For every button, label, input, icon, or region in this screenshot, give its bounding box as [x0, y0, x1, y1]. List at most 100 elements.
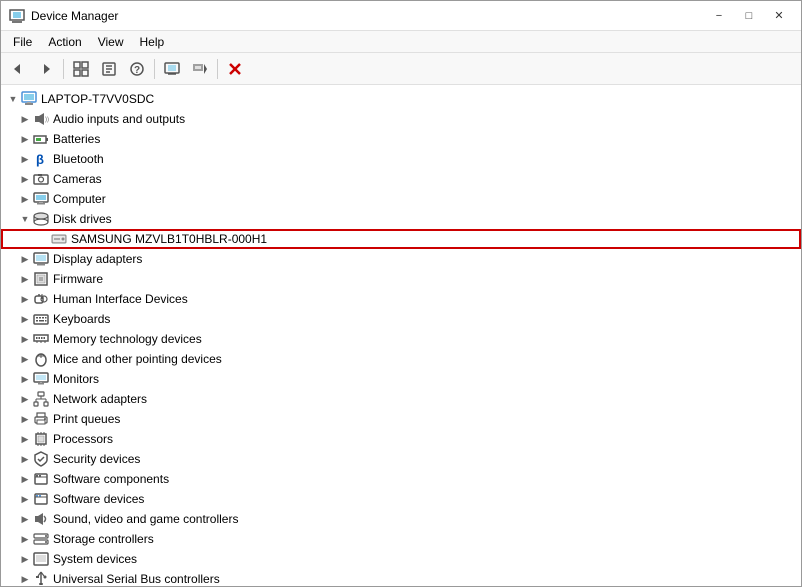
- tree-samsung-drive[interactable]: ▶ SAMSUNG MZVLB1T0HBLR-000H1: [1, 229, 801, 249]
- system-label: System devices: [53, 552, 137, 566]
- security-label: Security devices: [53, 452, 140, 466]
- tree-processors[interactable]: ▶ Processors: [1, 429, 801, 449]
- toolbar-forward[interactable]: [33, 57, 59, 81]
- tree-system[interactable]: ▶ System devices: [1, 549, 801, 569]
- toolbar-help[interactable]: ?: [124, 57, 150, 81]
- expand-processors[interactable]: ▶: [17, 431, 33, 447]
- memory-label: Memory technology devices: [53, 332, 202, 346]
- expand-keyboards[interactable]: ▶: [17, 311, 33, 327]
- menu-action[interactable]: Action: [40, 33, 89, 51]
- expand-monitors[interactable]: ▶: [17, 371, 33, 387]
- menu-help[interactable]: Help: [132, 33, 173, 51]
- toolbar-scan[interactable]: [159, 57, 185, 81]
- toolbar-update[interactable]: [187, 57, 213, 81]
- computer-label: Computer: [53, 192, 106, 206]
- storage-icon: [33, 531, 49, 547]
- root-label: LAPTOP-T7VV0SDC: [41, 92, 154, 106]
- tree-disk-drives[interactable]: ▼ Disk drives: [1, 209, 801, 229]
- expand-batteries[interactable]: ▶: [17, 131, 33, 147]
- toolbar-back[interactable]: [5, 57, 31, 81]
- menu-bar: File Action View Help: [1, 31, 801, 53]
- network-icon: [33, 391, 49, 407]
- expand-disk[interactable]: ▼: [17, 211, 33, 227]
- battery-icon: [33, 131, 49, 147]
- tree-memory[interactable]: ▶ Memory technology de: [1, 329, 801, 349]
- close-button[interactable]: ✕: [765, 6, 793, 26]
- usb-label: Universal Serial Bus controllers: [53, 572, 220, 586]
- tree-network[interactable]: ▶ Network adapters: [1, 389, 801, 409]
- system-icon: [33, 551, 49, 567]
- expand-mice[interactable]: ▶: [17, 351, 33, 367]
- svg-text:β: β: [36, 152, 44, 167]
- minimize-button[interactable]: −: [705, 6, 733, 26]
- separator-3: [217, 59, 218, 79]
- expand-system[interactable]: ▶: [17, 551, 33, 567]
- expand-network[interactable]: ▶: [17, 391, 33, 407]
- menu-file[interactable]: File: [5, 33, 40, 51]
- hid-icon: [33, 291, 49, 307]
- tree-sound[interactable]: ▶ Sound, video and game controllers: [1, 509, 801, 529]
- sound-label: Sound, video and game controllers: [53, 512, 238, 526]
- tree-storage[interactable]: ▶ Storage controllers: [1, 529, 801, 549]
- tree-cameras[interactable]: ▶ Cameras: [1, 169, 801, 189]
- printer-icon: [33, 411, 49, 427]
- expand-storage[interactable]: ▶: [17, 531, 33, 547]
- expand-print[interactable]: ▶: [17, 411, 33, 427]
- batteries-label: Batteries: [53, 132, 100, 146]
- tree-display[interactable]: ▶ Display adapters: [1, 249, 801, 269]
- tree-mice[interactable]: ▶ Mice and other pointing devices: [1, 349, 801, 369]
- toolbar-show-hidden[interactable]: [68, 57, 94, 81]
- window-icon: [9, 8, 25, 24]
- expand-software-devices[interactable]: ▶: [17, 491, 33, 507]
- menu-view[interactable]: View: [90, 33, 132, 51]
- camera-icon: [33, 171, 49, 187]
- svg-text:?: ?: [134, 65, 140, 76]
- print-label: Print queues: [53, 412, 120, 426]
- tree-software-devices[interactable]: ▶ Software devices: [1, 489, 801, 509]
- device-tree[interactable]: ▼ LAPTOP-T7VV0SDC ▶: [1, 85, 801, 586]
- expand-sound[interactable]: ▶: [17, 511, 33, 527]
- processor-icon: [33, 431, 49, 447]
- tree-hid[interactable]: ▶ Human Interface Devices: [1, 289, 801, 309]
- separator-2: [154, 59, 155, 79]
- expand-computer[interactable]: ▶: [17, 191, 33, 207]
- maximize-button[interactable]: □: [735, 6, 763, 26]
- expand-security[interactable]: ▶: [17, 451, 33, 467]
- expand-audio[interactable]: ▶: [17, 111, 33, 127]
- tree-computer[interactable]: ▶ Computer: [1, 189, 801, 209]
- expand-firmware[interactable]: ▶: [17, 271, 33, 287]
- tree-security[interactable]: ▶ Security devices: [1, 449, 801, 469]
- computer-icon: [21, 91, 37, 107]
- disk-label: Disk drives: [53, 212, 112, 226]
- expand-display[interactable]: ▶: [17, 251, 33, 267]
- toolbar-properties[interactable]: [96, 57, 122, 81]
- tree-monitors[interactable]: ▶ Monitors: [1, 369, 801, 389]
- tree-audio[interactable]: ▶ )) Audio inputs and outputs: [1, 109, 801, 129]
- tree-usb[interactable]: ▶ Universal Serial Bus controllers: [1, 569, 801, 586]
- expand-software-components[interactable]: ▶: [17, 471, 33, 487]
- expand-usb[interactable]: ▶: [17, 571, 33, 586]
- bluetooth-icon: β: [33, 151, 49, 167]
- tree-wrapper: ▼ LAPTOP-T7VV0SDC ▶: [1, 85, 801, 586]
- tree-software-components[interactable]: ▶ Software components: [1, 469, 801, 489]
- expand-bluetooth[interactable]: ▶: [17, 151, 33, 167]
- keyboards-label: Keyboards: [53, 312, 110, 326]
- expand-hid[interactable]: ▶: [17, 291, 33, 307]
- bluetooth-label: Bluetooth: [53, 152, 104, 166]
- tree-bluetooth[interactable]: ▶ β Bluetooth: [1, 149, 801, 169]
- expand-root[interactable]: ▼: [5, 91, 21, 107]
- processors-label: Processors: [53, 432, 113, 446]
- display-icon: [33, 251, 49, 267]
- expand-cameras[interactable]: ▶: [17, 171, 33, 187]
- tree-batteries[interactable]: ▶ Batteries: [1, 129, 801, 149]
- monitor-icon: [33, 371, 49, 387]
- expand-memory[interactable]: ▶: [17, 331, 33, 347]
- tree-firmware[interactable]: ▶ Firmware: [1, 269, 801, 289]
- monitors-label: Monitors: [53, 372, 99, 386]
- tree-keyboards[interactable]: ▶ Keyboards: [1, 309, 801, 329]
- toolbar-delete[interactable]: [222, 57, 248, 81]
- tree-print[interactable]: ▶ Print queues: [1, 409, 801, 429]
- cameras-label: Cameras: [53, 172, 102, 186]
- tree-root[interactable]: ▼ LAPTOP-T7VV0SDC: [1, 89, 801, 109]
- software-devices-label: Software devices: [53, 492, 144, 506]
